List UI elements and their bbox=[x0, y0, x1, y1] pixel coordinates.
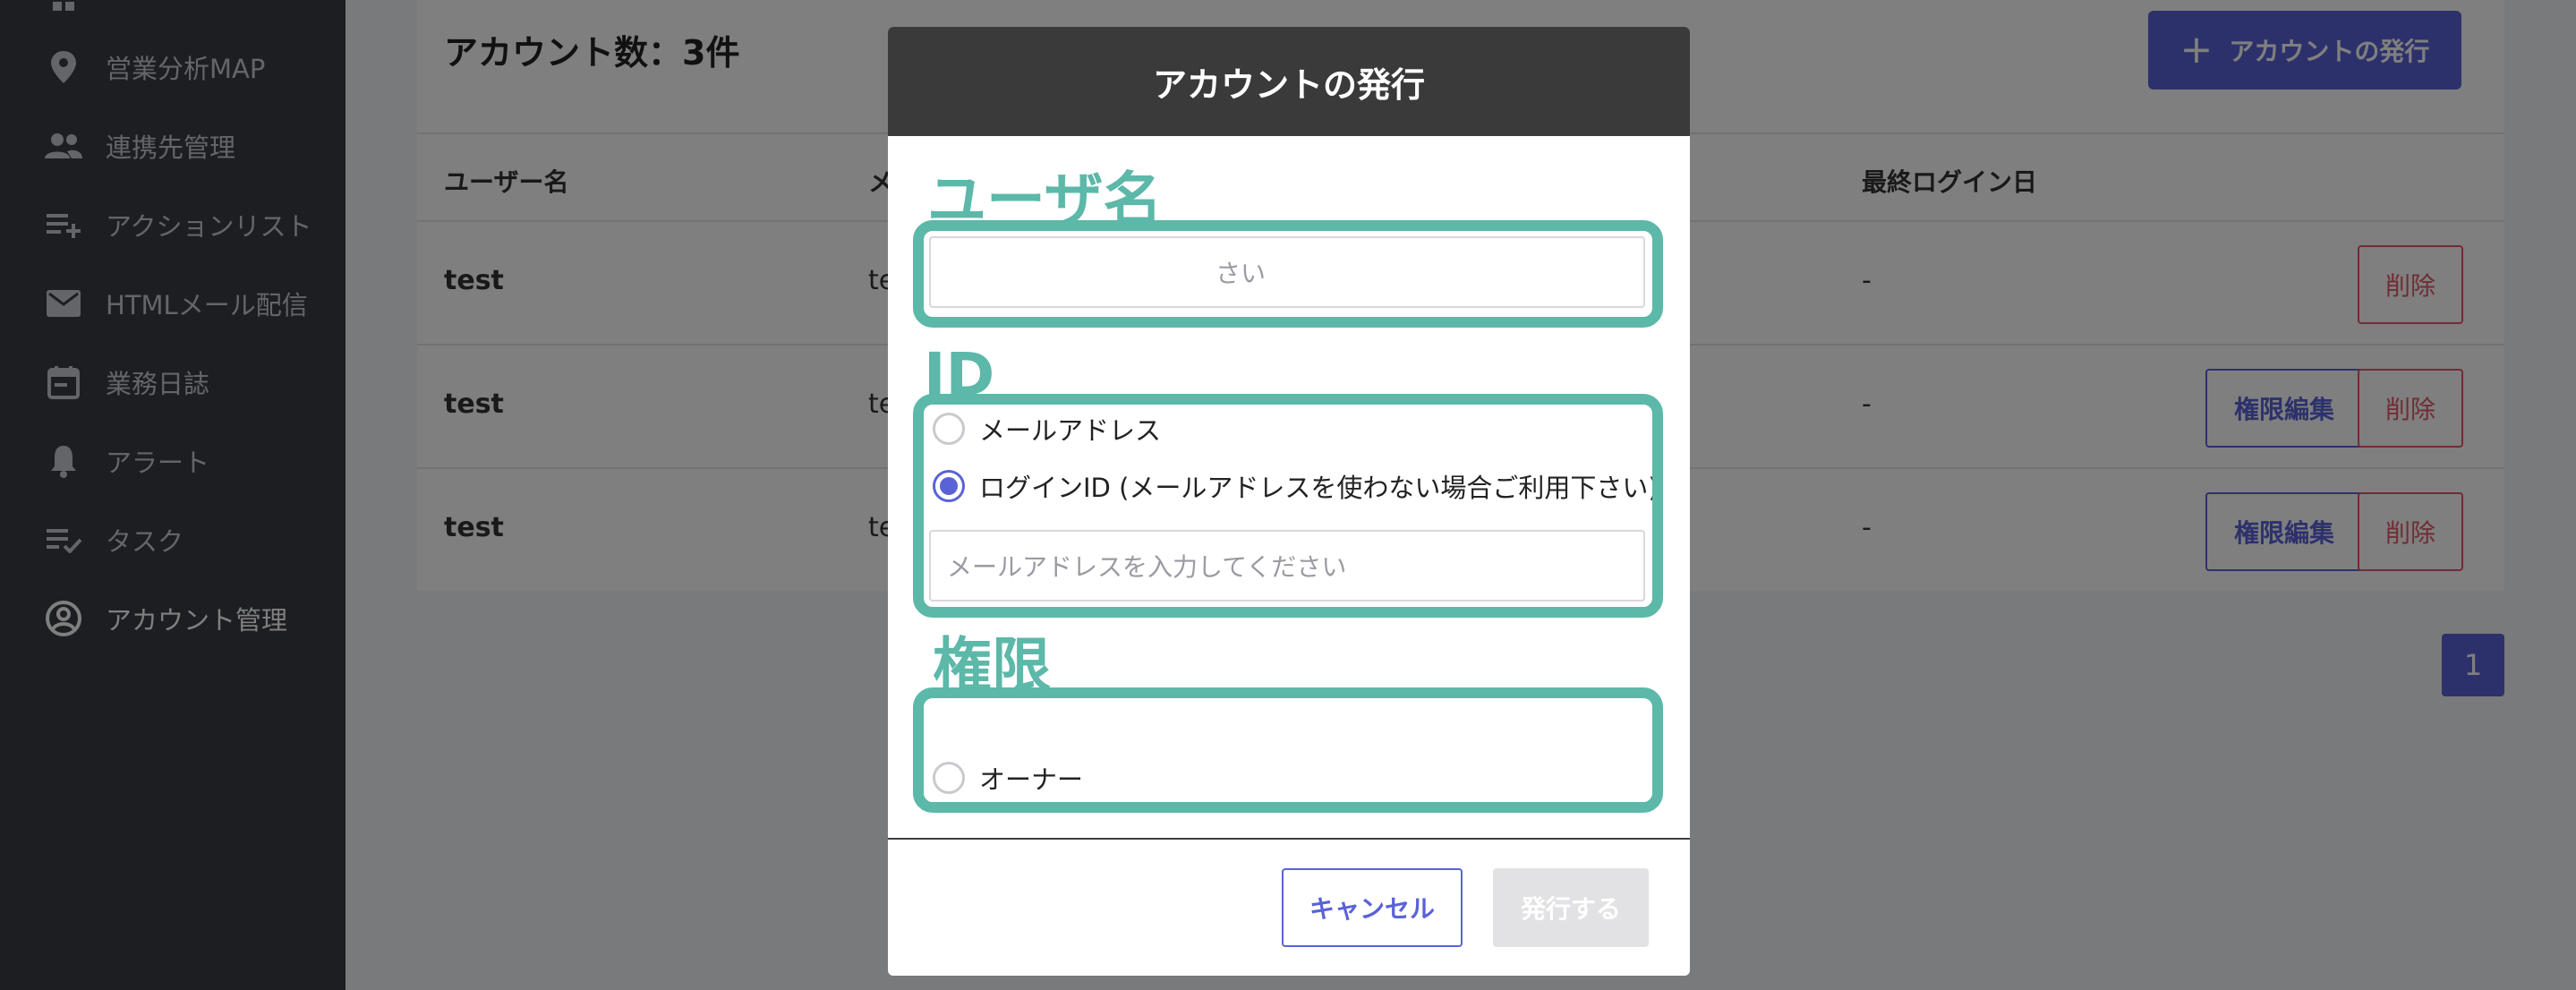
annotation-box-id bbox=[913, 394, 1663, 618]
modal-footer-divider bbox=[888, 838, 1690, 840]
modal-title: アカウントの発行 bbox=[888, 27, 1690, 136]
cancel-button[interactable]: キャンセル bbox=[1282, 868, 1463, 947]
submit-button[interactable]: 発行する bbox=[1493, 868, 1649, 947]
annotation-box-username bbox=[913, 220, 1663, 328]
issue-account-modal: アカウントの発行 ユーザ名 さい ID メールアドレス ログインID (メールア… bbox=[888, 27, 1690, 976]
annotation-box-permission bbox=[913, 687, 1663, 813]
